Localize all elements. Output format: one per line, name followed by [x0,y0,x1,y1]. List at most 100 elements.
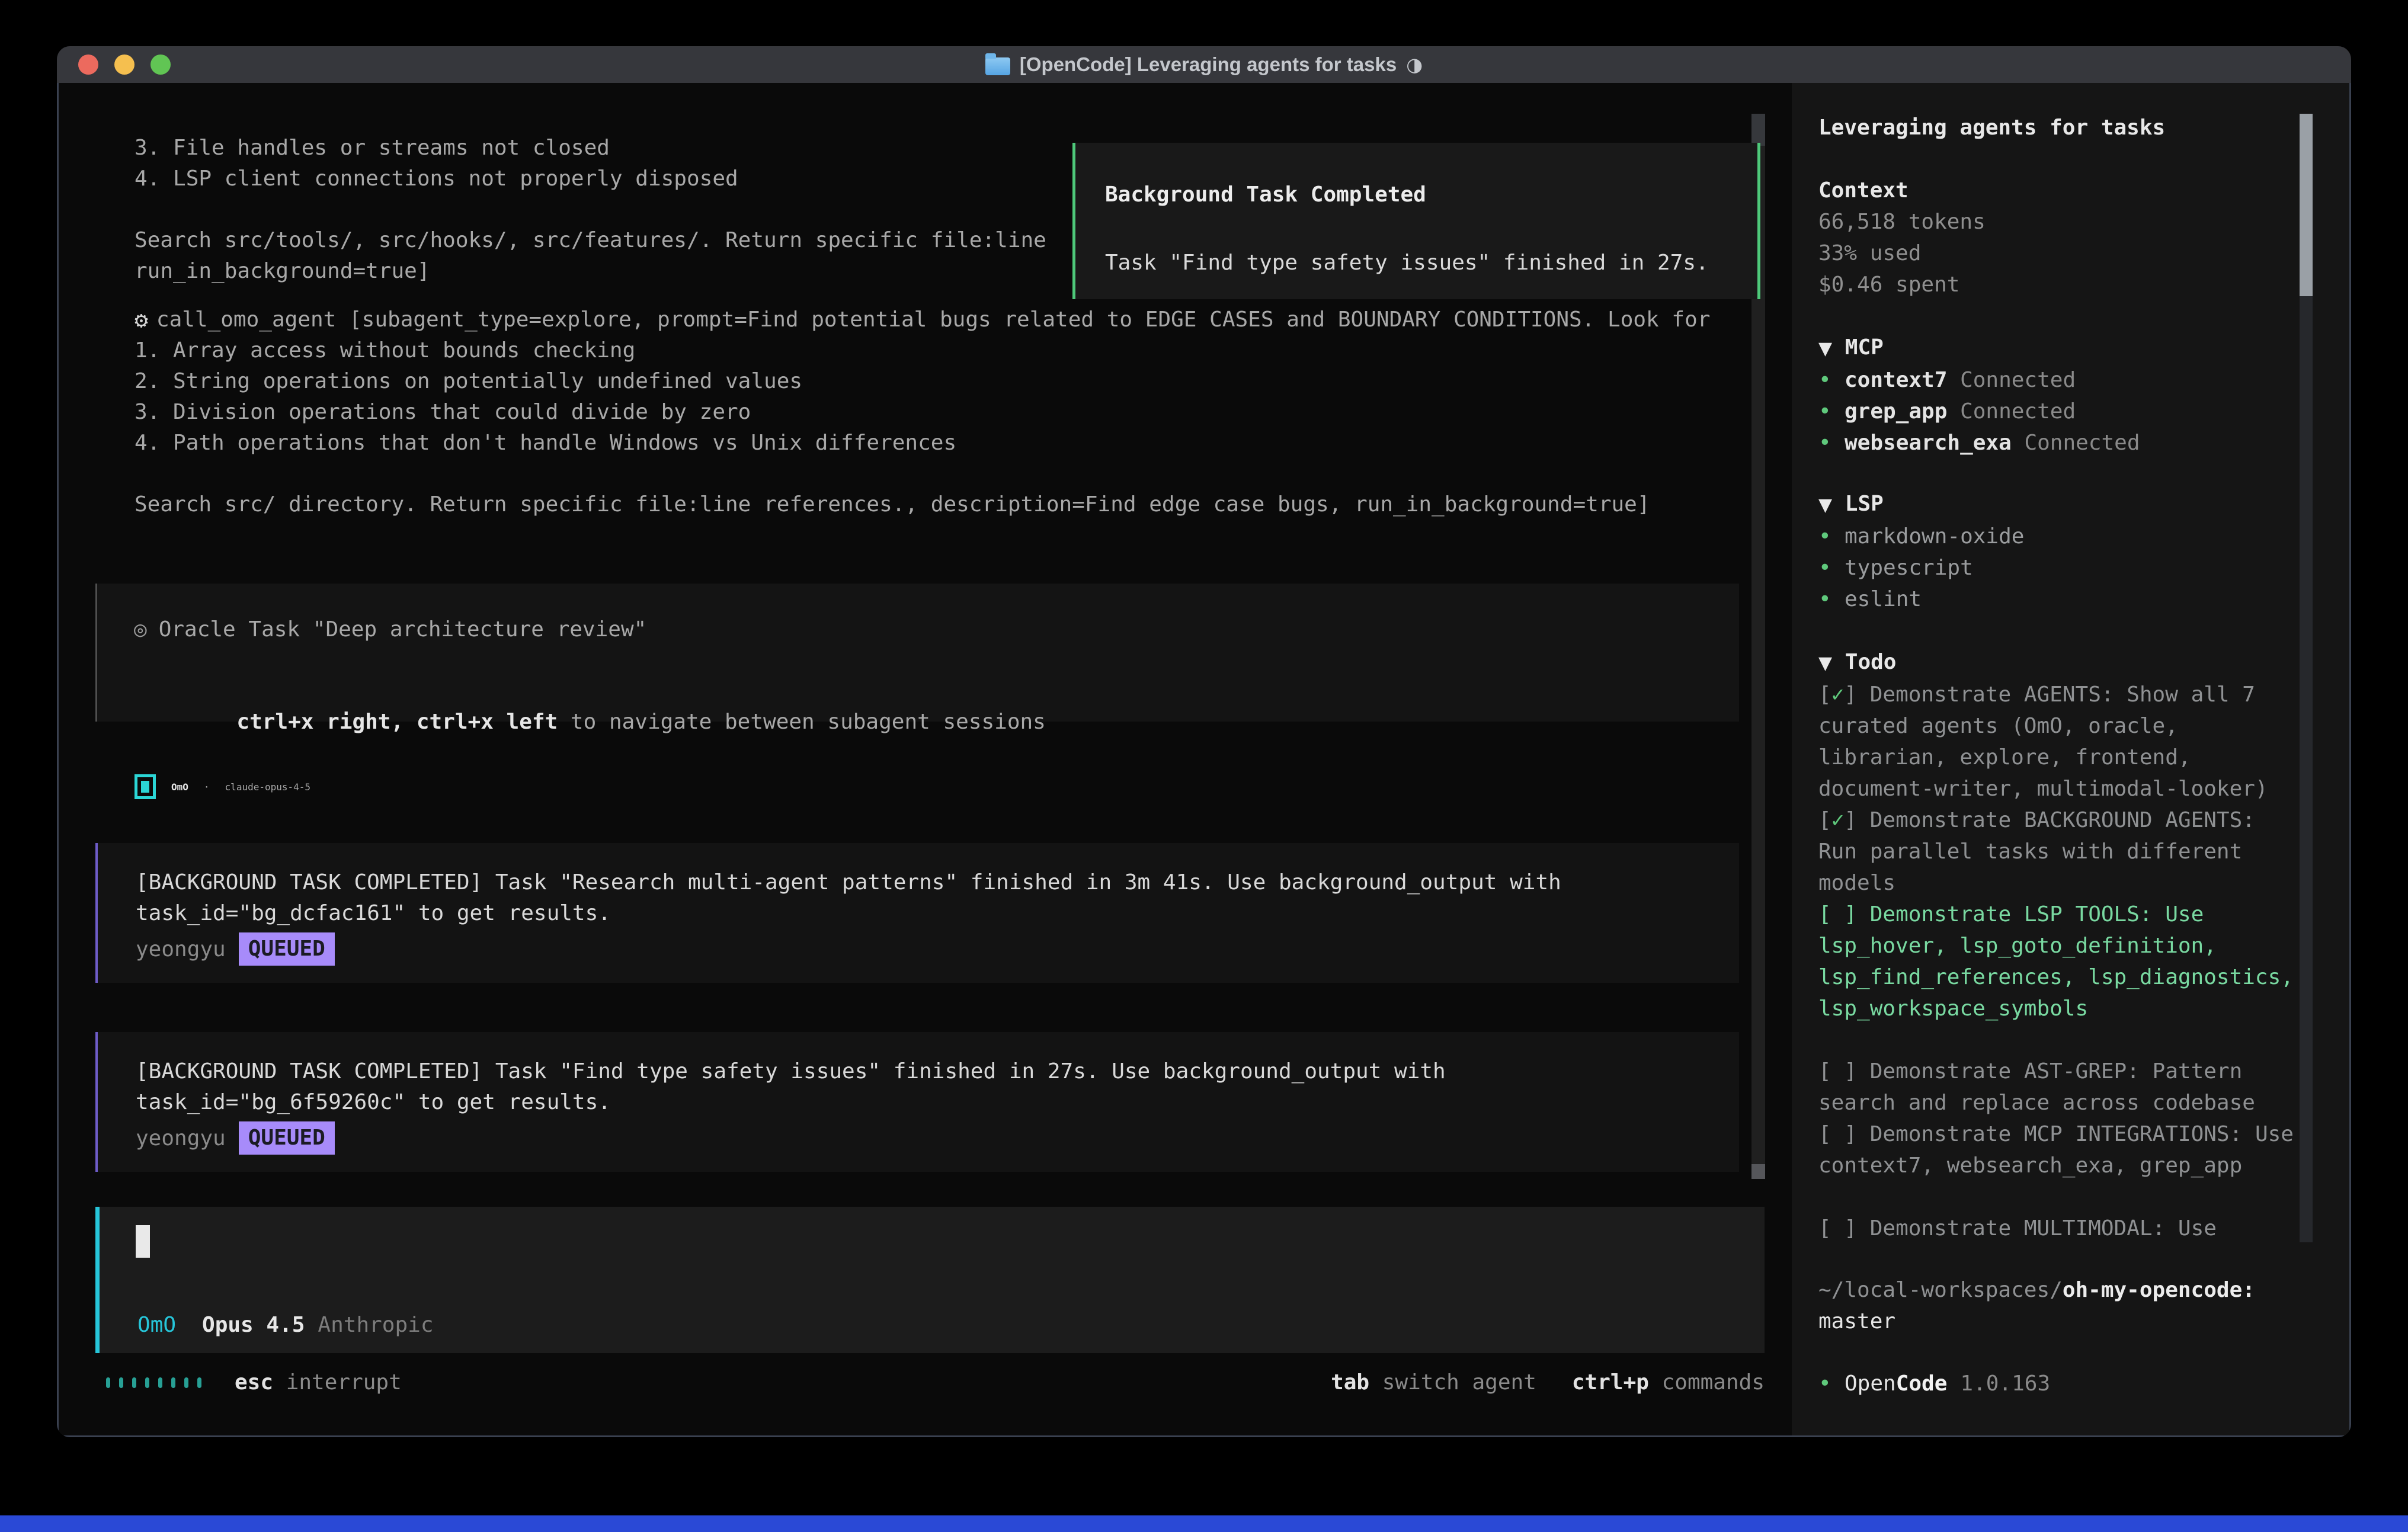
tool-call-line: Search src/ directory. Return specific f… [135,489,1710,520]
close-window-button[interactable] [78,55,98,75]
context-spent: $0.46 spent [1818,269,2300,300]
oracle-task-title-row: ◎ Oracle Task "Deep architecture review" [134,614,1739,645]
lsp-server-name: eslint [1845,584,1922,615]
lsp-server-row: •eslint [1818,584,2300,615]
todo-item: [✓] Demonstrate BACKGROUND AGENTS: Run p… [1818,805,2300,899]
mcp-server-row: •context7 Connected [1818,364,2300,396]
connected-dot-icon: • [1818,396,1845,427]
todo-text: Demonstrate AST-GREP: Pattern search and… [1818,1059,2255,1115]
tool-call-line: 2. String operations on potentially unde… [135,366,1710,397]
input-model-name: Opus 4.5 [202,1310,305,1341]
task-message-line: [BACKGROUND TASK COMPLETED] Task "Resear… [136,867,1739,898]
tool-call-line: 1. Array access without bounds checking [135,335,1710,366]
mcp-server-name: grep_app [1845,396,1947,427]
workspace-path: ~/local-workspaces/oh-my-opencode: maste… [1818,1274,2300,1337]
workspace-branch: master [1818,1306,2300,1337]
todo-text: Demonstrate AGENTS: Show all 7 curated a… [1818,682,2268,801]
task-message-line: task_id="bg_6f59260c" to get results. [136,1087,1739,1118]
transcript-line: run_in_background=true] [135,256,1046,287]
activity-spinner-icon [106,1377,201,1388]
oracle-task-card[interactable]: ◎ Oracle Task "Deep architecture review"… [95,584,1739,722]
task-user: yeongyu [136,1126,226,1150]
workspace-path-prefix: ~/local-workspaces/ [1818,1278,2063,1302]
check-icon: ✓ [1831,808,1845,832]
prompt-input[interactable]: OmO Opus 4.5 Anthropic [95,1207,1765,1353]
omo-agent-icon [135,774,156,799]
context-used: 33% used [1818,238,2300,269]
toast-title: Background Task Completed [1105,180,1757,210]
status-badge: QUEUED [239,932,335,966]
todo-section: ▼ Todo [✓] Demonstrate AGENTS: Show all … [1818,646,2300,1244]
oracle-task-title: Oracle Task "Deep architecture review" [159,614,647,645]
context-tokens: 66,518 tokens [1818,206,2300,238]
mcp-server-name: context7 [1845,364,1947,396]
task-user: yeongyu [136,937,226,961]
chat-scrollbar-thumb[interactable] [1751,1164,1765,1179]
mcp-server-status: Connected [1947,364,2076,396]
zoom-window-button[interactable] [150,55,171,75]
session-sidebar: Leveraging agents for tasks Context 66,5… [1792,83,2349,1435]
commands-key-hint: ctrl+p [1572,1367,1649,1398]
traffic-lights [78,55,171,75]
sidebar-scrollbar-thumb[interactable] [2300,114,2313,296]
todo-heading[interactable]: ▼ Todo [1818,646,2300,679]
connected-dot-icon: • [1818,521,1845,552]
chat-scrollbar-thumb-top[interactable] [1751,114,1765,146]
minimize-window-button[interactable] [114,55,135,75]
mcp-server-name: websearch_exa [1845,427,2012,459]
todo-item: [✓] Demonstrate AGENTS: Show all 7 curat… [1818,679,2300,805]
checkbox-empty-icon [1831,1122,1845,1146]
transcript-line: 4. LSP client connections not properly d… [135,164,1046,194]
app-version-number: 1.0.163 [1960,1368,2050,1399]
chevron-down-icon: ▼ [1818,338,1832,359]
mcp-server-status: Connected [1947,396,2076,427]
todo-text: Demonstrate MULTIMODAL: Use [1857,1216,2217,1241]
background-task-card[interactable]: [BACKGROUND TASK COMPLETED] Task "Find t… [95,1032,1739,1172]
context-section: Context 66,518 tokens 33% used $0.46 spe… [1818,175,2300,300]
esc-key-hint: esc [235,1367,273,1398]
agent-model: claude-opus-4-5 [225,781,311,793]
checkbox-empty-icon [1831,1059,1845,1084]
tool-call-line: 3. Division operations that could divide… [135,397,1710,428]
todo-item: [ ] Demonstrate AST-GREP: Pattern search… [1818,1056,2300,1118]
session-title: Leveraging agents for tasks [1818,112,2300,143]
todo-text: Demonstrate MCP INTEGRATIONS: Use contex… [1818,1122,2307,1178]
task-message-line: task_id="bg_dcfac161" to get results. [136,898,1739,929]
todo-text: Demonstrate LSP TOOLS: Use lsp_hover, ls… [1818,902,2319,1021]
chevron-down-icon: ▼ [1818,495,1832,515]
desktop-accent-bar [0,1515,2408,1532]
folder-icon [985,57,1010,75]
window-title-text: [OpenCode] Leveraging agents for tasks [1020,53,1397,76]
oracle-hint-row: ctrl+x right, ctrl+x left to navigate be… [134,676,1739,768]
chevron-down-icon: ▼ [1818,653,1832,674]
tool-call-text: call_omo_agent [subagent_type=explore, p… [156,305,1711,335]
status-badge: QUEUED [239,1121,335,1155]
workspace-repo: oh-my-opencode: [2063,1278,2255,1302]
lsp-server-name: markdown-oxide [1845,521,2024,552]
lsp-heading[interactable]: ▼ LSP [1818,488,2300,521]
oracle-icon: ◎ [134,614,147,645]
connected-dot-icon: • [1818,364,1845,396]
lsp-server-row: •typescript [1818,552,2300,584]
tool-call-line: 4. Path operations that don't handle Win… [135,428,1710,459]
agent-header: OmO · claude-opus-4-5 [135,769,310,805]
half-circle-status-icon: ◑ [1406,53,1423,76]
context-heading: Context [1818,175,2300,206]
status-dot-icon: • [1818,1368,1845,1399]
checkbox-empty-icon [1831,1216,1845,1241]
transcript-line: 3. File handles or streams not closed [135,133,1046,164]
esc-key-label: interrupt [273,1367,402,1398]
title-bar: [OpenCode] Leveraging agents for tasks ◑ [57,46,2351,84]
input-agent-name: OmO [137,1310,176,1341]
status-bar: esc interrupt tab switch agent ctrl+p co… [106,1367,1765,1398]
app-window: [OpenCode] Leveraging agents for tasks ◑… [57,46,2351,1437]
window-title: [OpenCode] Leveraging agents for tasks ◑ [985,53,1423,76]
todo-item: [ ] Demonstrate LSP TOOLS: Use lsp_hover… [1818,899,2300,1024]
tab-key-hint: tab [1331,1367,1369,1398]
background-task-toast: Background Task Completed Task "Find typ… [1072,143,1760,299]
background-task-card[interactable]: [BACKGROUND TASK COMPLETED] Task "Resear… [95,843,1739,983]
app-name-open: Open [1845,1368,1896,1399]
mcp-heading[interactable]: ▼ MCP [1818,332,2300,364]
input-footer: OmO Opus 4.5 Anthropic [137,1310,434,1341]
sidebar-scrollbar[interactable] [2300,114,2313,1242]
